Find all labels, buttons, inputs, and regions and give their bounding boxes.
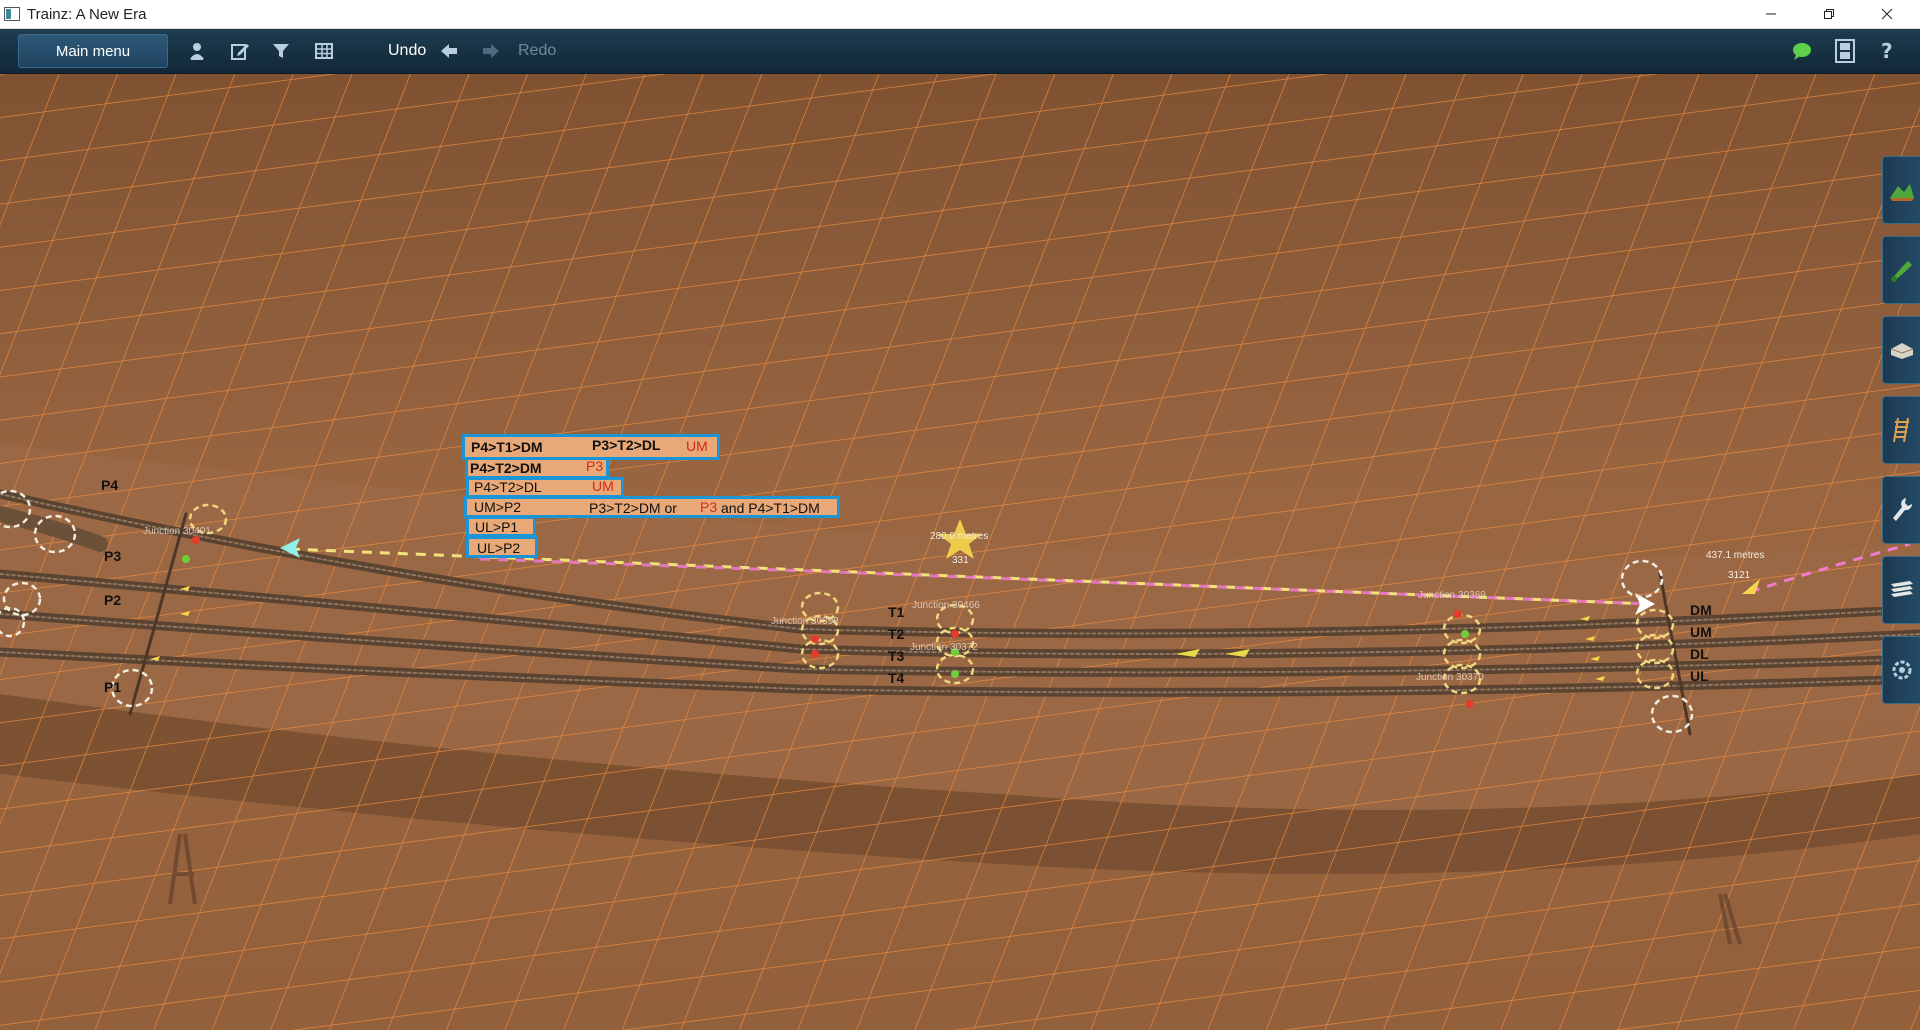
filter-tool-button[interactable]: [268, 39, 294, 63]
window-title: Trainz: A New Era: [27, 6, 147, 23]
objects-tool-button[interactable]: [1882, 316, 1920, 384]
junction-label: Junction 30372: [910, 642, 978, 653]
main-menu-button[interactable]: Main menu: [18, 34, 168, 68]
settings-tool-button[interactable]: [1882, 636, 1920, 704]
annotation-route: P3>T2>DL: [592, 437, 661, 453]
redo-button[interactable]: Redo: [518, 42, 556, 60]
tools-tool-button[interactable]: [1882, 476, 1920, 544]
annotation-route-red: UM: [686, 438, 708, 454]
annotation-route-red: UM: [592, 478, 614, 494]
grid-tool-button[interactable]: [311, 39, 337, 63]
distance-label: 280.0 metres: [930, 531, 989, 542]
person-icon: [190, 43, 204, 60]
track-label-t3: T3: [888, 648, 905, 664]
driver-tool-button[interactable]: [184, 39, 210, 63]
terrain-icon: [1889, 184, 1914, 201]
annotation-route: P4>T1>DM: [471, 439, 543, 455]
track-label-t2: T2: [888, 626, 905, 642]
annotation-route: UL>P1: [475, 519, 519, 535]
paintbrush-icon: [1890, 261, 1912, 282]
minimize-icon: [1766, 13, 1776, 15]
filter-icon: [273, 44, 289, 58]
undo-arrow-button[interactable]: [436, 39, 462, 63]
annotation-route-red: P3: [700, 499, 718, 515]
film-icon: [1835, 39, 1855, 63]
junction-label: Junction 30401: [143, 526, 211, 537]
close-button[interactable]: [1858, 0, 1916, 28]
toolbar: Main menu Undo Redo ?: [0, 29, 1920, 74]
wrench-icon: [1892, 498, 1912, 521]
annotation-route: P4>T2>DM: [470, 460, 542, 476]
track-label-p2: P2: [104, 592, 122, 608]
window-titlebar: Trainz: A New Era: [0, 0, 1920, 29]
redo-arrow-button[interactable]: [478, 39, 504, 63]
arrow-right-icon: [483, 44, 499, 58]
track-label-t1: T1: [888, 604, 905, 620]
annotation-route: UL>P2: [477, 540, 521, 556]
track-icon: [1892, 417, 1909, 443]
gear-icon: [1892, 660, 1911, 680]
annotation-route: and P4>T1>DM: [721, 500, 820, 516]
film-button[interactable]: [1832, 39, 1858, 63]
track-label-p4: P4: [101, 477, 119, 493]
marker-number: 331: [952, 555, 969, 566]
annotation-route: P3>T2>DM or: [589, 500, 677, 516]
chat-bubble-icon: [1793, 43, 1811, 60]
svg-text:?: ?: [1881, 40, 1893, 62]
help-button[interactable]: ?: [1874, 39, 1900, 63]
arrow-left-icon: [441, 44, 457, 58]
junction-label: Junction 30370: [1416, 672, 1484, 683]
undo-button[interactable]: Undo: [388, 42, 426, 60]
edit-tool-button[interactable]: [227, 39, 253, 63]
paint-tool-button[interactable]: [1882, 236, 1920, 304]
objects-icon: [1890, 343, 1913, 359]
help-icon: ?: [1881, 40, 1893, 62]
annotation-route: UM>P2: [474, 499, 522, 515]
grid-icon: [315, 43, 333, 59]
track-label-um: UM: [1690, 624, 1712, 640]
layers-tool-button[interactable]: [1882, 556, 1920, 624]
track-label-p3: P3: [104, 548, 122, 564]
junction-label: Junction 30369: [1418, 590, 1486, 601]
restore-button[interactable]: [1800, 0, 1858, 28]
track-label-dl: DL: [1690, 646, 1709, 662]
edit-icon: [231, 44, 249, 60]
surveyor-viewport[interactable]: Junction 30401 Junction 30398 Junction 3…: [0, 74, 1920, 1030]
distance-label: 437.1 metres: [1706, 550, 1765, 561]
track-label-p1: P1: [104, 679, 122, 695]
minimize-button[interactable]: [1742, 0, 1800, 28]
track-label-t4: T4: [888, 670, 905, 686]
junction-label: Junction 30398: [771, 616, 839, 627]
layers-icon: [1890, 581, 1913, 597]
terrain-scene: [0, 74, 1920, 1030]
status-indicator[interactable]: [1789, 39, 1815, 63]
track-label-ul: UL: [1690, 668, 1709, 684]
track-label-dm: DM: [1690, 602, 1712, 618]
marker-number: 3121: [1728, 570, 1751, 581]
app-icon: [4, 7, 20, 21]
annotation-route-red: P3: [586, 458, 604, 474]
annotation-route: P4>T2>DL: [474, 479, 542, 495]
junction-label: Junction 30466: [912, 600, 980, 611]
track-tool-button[interactable]: [1882, 396, 1920, 464]
terrain-tool-button[interactable]: [1882, 156, 1920, 224]
restore-icon: [1824, 9, 1834, 19]
close-icon: [1881, 8, 1893, 20]
